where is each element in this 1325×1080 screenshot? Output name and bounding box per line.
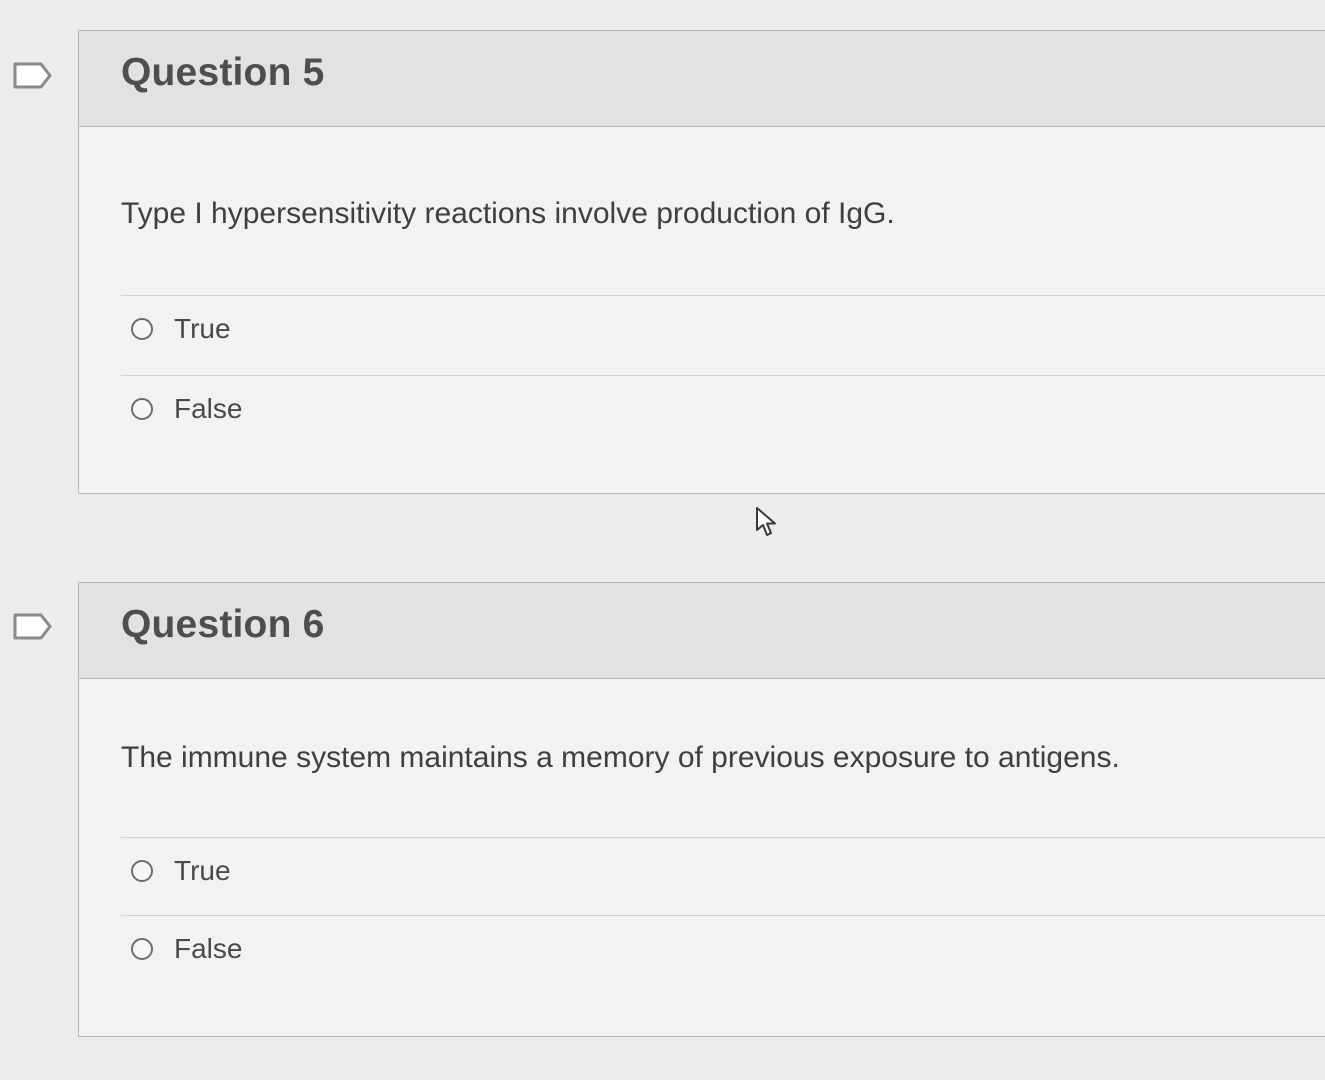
answer-label: False (174, 393, 243, 424)
divider (121, 915, 1325, 916)
question-title: Question 5 (121, 51, 325, 94)
question-5-panel: Question 5 Type I hypersensitivity react… (78, 30, 1325, 494)
quiz-page: { "questions": [ { "title": "Question 5"… (0, 0, 1325, 1080)
bookmark-flag-icon[interactable] (13, 613, 53, 640)
divider (121, 837, 1325, 838)
answer-label: False (174, 933, 243, 964)
answer-option-false[interactable]: False (131, 933, 242, 965)
question-title: Question 6 (121, 603, 325, 646)
question-header: Question 6 (79, 583, 1325, 679)
question-text: The immune system maintains a memory of … (121, 741, 1120, 774)
radio-button[interactable] (131, 860, 153, 882)
answer-option-true[interactable]: True (131, 313, 231, 345)
question-text: Type I hypersensitivity reactions involv… (121, 197, 895, 230)
radio-button[interactable] (131, 938, 153, 960)
answer-label: True (174, 313, 231, 344)
answer-label: True (174, 855, 231, 886)
bookmark-flag-icon[interactable] (13, 62, 53, 89)
question-header: Question 5 (79, 31, 1325, 127)
radio-button[interactable] (131, 318, 153, 340)
answer-option-false[interactable]: False (131, 393, 242, 425)
divider (121, 295, 1325, 296)
mouse-pointer-icon (755, 506, 779, 545)
answer-option-true[interactable]: True (131, 855, 231, 887)
question-6-panel: Question 6 The immune system maintains a… (78, 582, 1325, 1037)
radio-button[interactable] (131, 398, 153, 420)
divider (121, 375, 1325, 376)
